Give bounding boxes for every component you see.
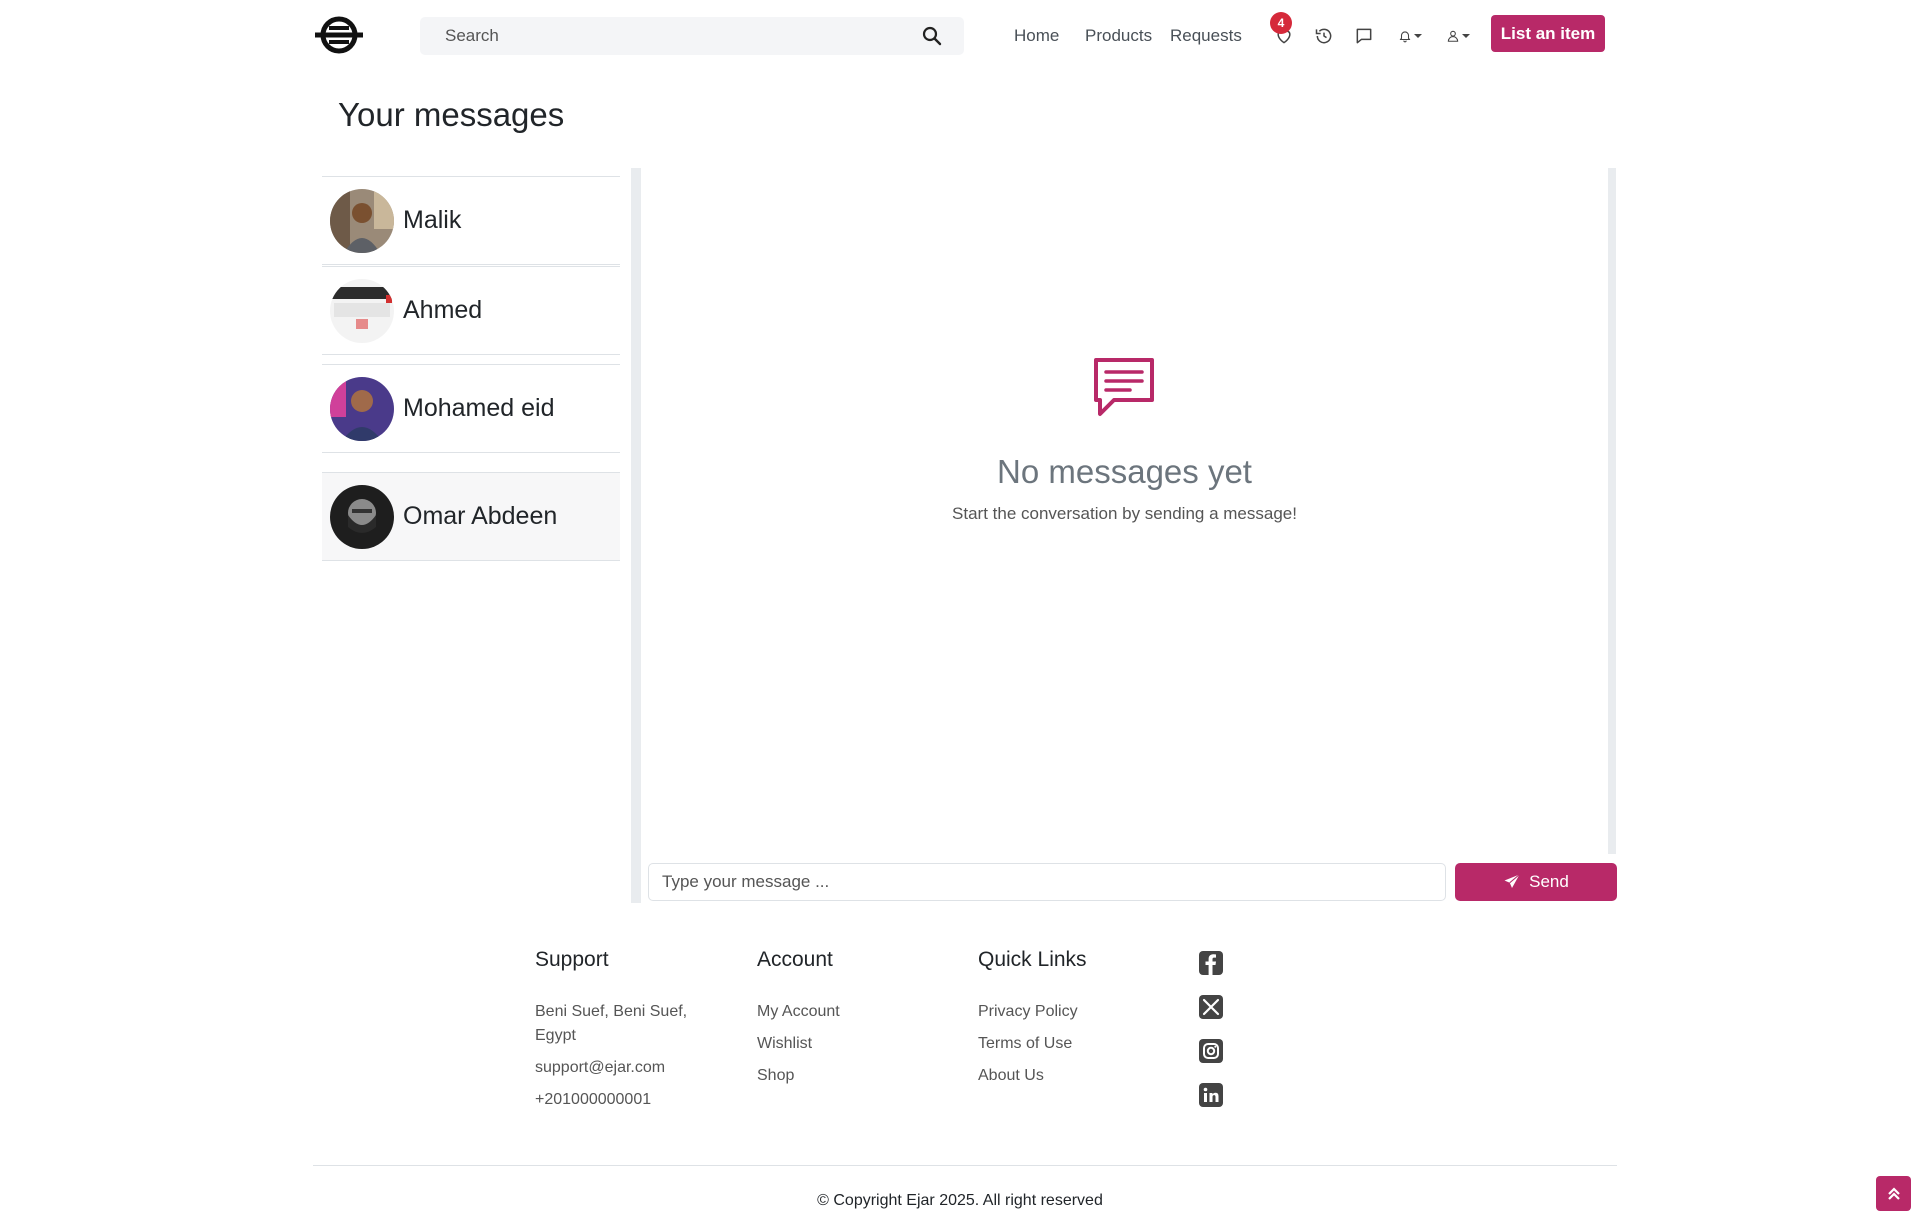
- chevron-down-icon: [1462, 34, 1470, 38]
- chat-panel-scrollbar[interactable]: [1608, 168, 1616, 854]
- chat-list-item-omar-abdeen[interactable]: Omar Abdeen: [322, 472, 620, 561]
- footer-divider: [313, 1165, 1617, 1166]
- avatar: [330, 484, 394, 549]
- footer-heading: Account: [757, 948, 833, 971]
- chevron-down-icon: [1414, 34, 1422, 38]
- ejar-logo[interactable]: [313, 14, 365, 56]
- user-icon: [1447, 30, 1459, 42]
- chat-list-scrollbar[interactable]: [631, 168, 641, 903]
- footer-support: Support Beni Suef, Beni Suef, Egypt supp…: [535, 948, 715, 1120]
- footer-link-my-account[interactable]: My Account: [757, 1000, 937, 1024]
- send-button-label: Send: [1529, 872, 1569, 891]
- history-icon: [1315, 28, 1332, 44]
- chat-contact-name: Malik: [403, 206, 462, 234]
- avatar: [330, 188, 394, 253]
- send-button[interactable]: Send: [1455, 863, 1617, 901]
- empty-state-title: No messages yet: [997, 453, 1252, 490]
- footer-heading: Support: [535, 948, 609, 971]
- paper-plane-icon: [1504, 874, 1521, 888]
- navbar: Home Products Requests 4 List an: [0, 0, 1920, 70]
- search-input[interactable]: [420, 17, 964, 55]
- footer-address: Beni Suef, Beni Suef, Egypt: [535, 1003, 688, 1044]
- message-input[interactable]: [648, 863, 1446, 901]
- chat-list-item-malik[interactable]: Malik: [322, 176, 620, 265]
- footer-link-terms-of-use[interactable]: Terms of Use: [978, 1032, 1158, 1056]
- footer-heading: Quick Links: [978, 948, 1087, 971]
- empty-state-subtitle: Start the conversation by sending a mess…: [952, 504, 1297, 523]
- nav-home-link[interactable]: Home: [1014, 26, 1059, 46]
- nav-products-link[interactable]: Products: [1085, 26, 1152, 46]
- history-button[interactable]: [1314, 24, 1338, 48]
- bell-icon: [1399, 31, 1411, 43]
- chat-contact-name: Ahmed: [403, 296, 483, 324]
- list-an-item-button[interactable]: List an item: [1491, 15, 1605, 52]
- avatar: [330, 278, 394, 343]
- page-title: Your messages: [338, 96, 565, 133]
- double-chevron-up-icon: [1887, 1186, 1900, 1200]
- search-box: [420, 17, 964, 55]
- wishlist-count-badge: 4: [1270, 12, 1292, 34]
- footer-phone: +201000000001: [535, 1091, 652, 1108]
- chat-panel: No messages yet Start the conversation b…: [641, 168, 1608, 854]
- footer-email: support@ejar.com: [535, 1059, 666, 1076]
- copyright-text: © Copyright Ejar 2025. All right reserve…: [817, 1192, 1103, 1209]
- search-icon[interactable]: [922, 26, 942, 46]
- nav-requests-link[interactable]: Requests: [1170, 26, 1242, 46]
- chat-list-item-mohamed-eid[interactable]: Mohamed eid: [322, 364, 620, 453]
- chat-list-item-ahmed[interactable]: Ahmed: [322, 266, 620, 355]
- account-dropdown[interactable]: [1446, 24, 1470, 48]
- message-icon: [1094, 358, 1154, 416]
- x-icon[interactable]: [1198, 994, 1224, 1020]
- notifications-dropdown[interactable]: [1398, 24, 1422, 48]
- instagram-icon[interactable]: [1198, 1038, 1224, 1064]
- footer-link-wishlist[interactable]: Wishlist: [757, 1032, 937, 1056]
- chat-contact-name: Mohamed eid: [403, 394, 555, 422]
- chat-icon: [1356, 28, 1372, 44]
- footer-link-shop[interactable]: Shop: [757, 1064, 937, 1088]
- back-to-top-button[interactable]: [1876, 1176, 1911, 1211]
- avatar: [330, 376, 394, 441]
- footer-link-privacy-policy[interactable]: Privacy Policy: [978, 1000, 1158, 1024]
- linkedin-icon[interactable]: [1198, 1082, 1224, 1108]
- chat-contact-name: Omar Abdeen: [403, 502, 558, 530]
- footer-link-about-us[interactable]: About Us: [978, 1064, 1158, 1088]
- facebook-icon[interactable]: [1198, 950, 1224, 976]
- footer-account: Account My Account Wishlist Shop: [757, 948, 937, 1096]
- footer-quick-links: Quick Links Privacy Policy Terms of Use …: [978, 948, 1158, 1096]
- messages-button[interactable]: [1354, 24, 1378, 48]
